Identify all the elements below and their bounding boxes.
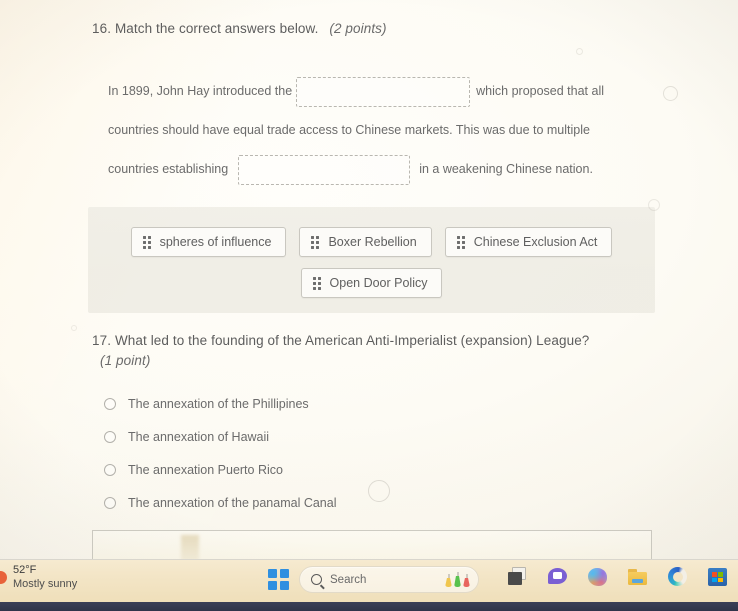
folder-icon[interactable]: [627, 566, 649, 588]
question-17-prompt: What led to the founding of the American…: [114, 333, 590, 348]
question-16-heading: 16. Match the correct answers below. (2 …: [92, 21, 387, 36]
choice-label: The annexation Puerto Rico: [128, 462, 283, 477]
answer-option-boxer-rebellion[interactable]: Boxer Rebellion: [299, 227, 432, 257]
passage-segment-4: countries establishing: [108, 162, 229, 176]
drag-handle-icon[interactable]: [312, 276, 321, 290]
science-flasks-icon[interactable]: [445, 572, 470, 587]
flask-green-icon: [454, 572, 461, 587]
screen-smudge: [181, 535, 199, 561]
answer-option-spheres-of-influence[interactable]: spheres of influence: [130, 227, 287, 257]
radio-button-icon[interactable]: [104, 463, 116, 476]
copilot-icon[interactable]: [587, 566, 609, 588]
taskbar-pinned-apps: [507, 566, 729, 588]
answer-option-label: Chinese Exclusion Act: [473, 235, 598, 249]
drop-zone-2[interactable]: [237, 154, 410, 185]
passage-segment-1: In 1899, John Hay introduced the: [108, 84, 293, 98]
question-17-points: (1 point): [100, 353, 151, 368]
choice-panama-canal[interactable]: The annexation of the panamal Canal: [104, 486, 524, 519]
question-16-number: 16.: [92, 21, 112, 36]
drag-handle-icon[interactable]: [311, 235, 320, 249]
passage-line-3: countries establishing in a weakening Ch…: [108, 150, 638, 189]
taskbar-weather-widget[interactable]: 52°F Mostly sunny: [0, 563, 77, 591]
edge-icon[interactable]: [667, 566, 689, 588]
passage-segment-3: countries should have equal trade access…: [108, 123, 590, 137]
drag-handle-icon[interactable]: [456, 235, 465, 249]
weather-text: 52°F Mostly sunny: [13, 563, 77, 591]
radio-button-icon[interactable]: [104, 430, 116, 443]
sun-icon: [0, 570, 7, 584]
question-17-number: 17.: [92, 333, 112, 348]
answer-option-label: Boxer Rebellion: [328, 235, 417, 249]
answer-options-row-1: spheres of influence Boxer Rebellion Chi…: [88, 207, 655, 257]
choice-label: The annexation of the panamal Canal: [128, 495, 337, 510]
choice-puerto-rico[interactable]: The annexation Puerto Rico: [104, 453, 524, 486]
assignment-document: 16. Match the correct answers below. (2 …: [0, 0, 738, 611]
radio-button-icon[interactable]: [104, 496, 116, 509]
choice-phillipines[interactable]: The annexation of the Phillipines: [104, 387, 524, 420]
passage-line-2: countries should have equal trade access…: [108, 111, 638, 150]
answer-option-chinese-exclusion-act[interactable]: Chinese Exclusion Act: [444, 227, 613, 257]
drop-zone-1[interactable]: [296, 76, 471, 107]
choice-label: The annexation of the Phillipines: [128, 396, 309, 411]
windows-start-icon[interactable]: [268, 569, 289, 590]
screen-bezel-strip: [0, 602, 738, 611]
choice-hawaii[interactable]: The annexation of Hawaii: [104, 420, 524, 453]
answer-options-row-2: Open Door Policy: [88, 257, 655, 298]
store-icon[interactable]: [707, 566, 729, 588]
drag-handle-icon[interactable]: [142, 235, 151, 249]
question-17-heading: 17. What led to the founding of the Amer…: [92, 331, 632, 371]
chat-bubble-icon[interactable]: [547, 566, 569, 588]
question-16-points: (2 points): [329, 21, 387, 36]
photographed-screen: 16. Match the correct answers below. (2 …: [0, 0, 738, 611]
task-view-icon[interactable]: [507, 566, 529, 588]
question-17-choices: The annexation of the Phillipines The an…: [104, 387, 524, 519]
taskbar-search-input[interactable]: Search: [299, 566, 479, 593]
passage-segment-2: which proposed that all: [476, 84, 605, 98]
answer-option-label: spheres of influence: [159, 235, 272, 249]
answer-option-open-door-policy[interactable]: Open Door Policy: [300, 268, 443, 298]
radio-button-icon[interactable]: [104, 397, 116, 410]
taskbar-center-group: Search: [268, 566, 479, 593]
next-question-container: [92, 530, 652, 561]
passage-line-1: In 1899, John Hay introduced the which p…: [108, 72, 638, 111]
search-placeholder: Search: [330, 573, 367, 586]
weather-condition: Mostly sunny: [13, 578, 78, 590]
choice-label: The annexation of Hawaii: [128, 429, 270, 444]
weather-temperature: 52°F: [13, 564, 37, 576]
question-16-prompt: Match the correct answers below.: [114, 21, 319, 36]
passage-segment-5: in a weakening Chinese nation.: [419, 162, 593, 176]
flask-red-icon: [463, 574, 470, 587]
answer-options-tray: spheres of influence Boxer Rebellion Chi…: [88, 207, 655, 313]
flask-yellow-icon: [445, 574, 452, 587]
search-icon: [311, 574, 322, 585]
answer-option-label: Open Door Policy: [329, 276, 428, 290]
question-16-passage: In 1899, John Hay introduced the which p…: [108, 72, 638, 189]
